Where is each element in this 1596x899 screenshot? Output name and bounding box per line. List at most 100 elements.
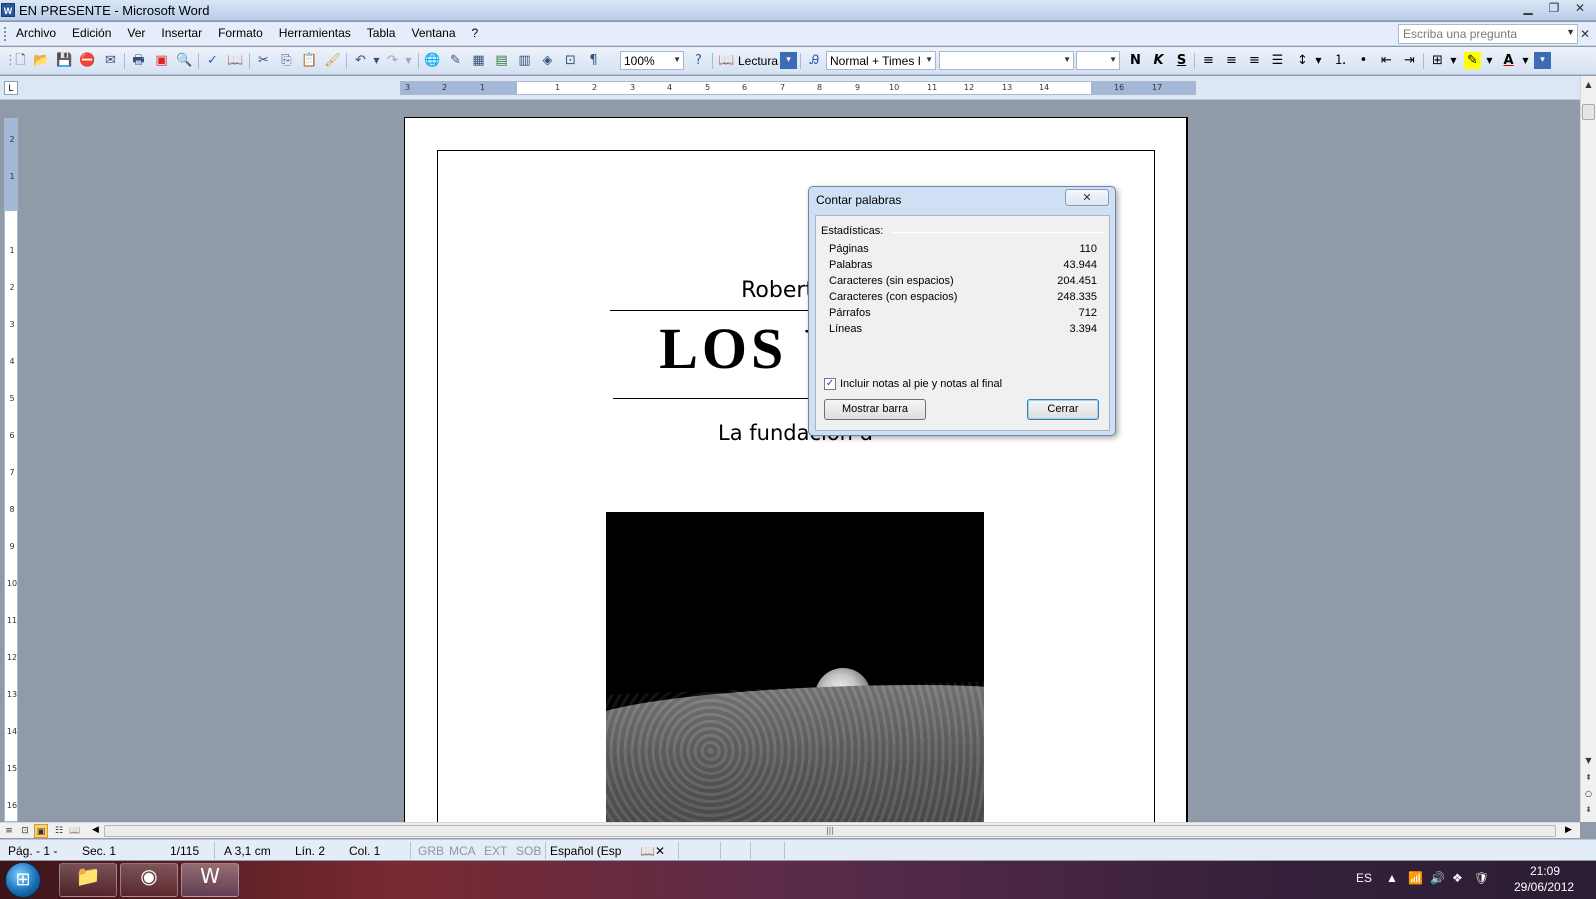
status-position[interactable]: A 3,1 cm — [224, 844, 271, 858]
tray-language[interactable]: ES — [1356, 871, 1372, 885]
vertical-scroll-thumb[interactable] — [1582, 104, 1595, 120]
save-icon[interactable]: 💾 — [56, 52, 73, 69]
include-footnotes-checkbox[interactable]: ✓ Incluir notas al pie y notas al final — [824, 378, 1002, 390]
status-record-macro[interactable]: GRB — [418, 844, 444, 858]
permission-icon[interactable]: ⛔ — [79, 52, 96, 69]
dropbox-icon[interactable]: ❖ — [1452, 871, 1463, 885]
menu-ventana[interactable]: Ventana — [403, 26, 463, 40]
underline-button[interactable]: S — [1173, 52, 1190, 69]
explorer-task-icon[interactable]: 📁 — [59, 863, 117, 897]
bold-button[interactable]: N — [1127, 52, 1144, 69]
highlight-icon[interactable]: ✎ — [1464, 52, 1481, 69]
volume-icon[interactable]: 🔊 — [1430, 871, 1445, 885]
format-painter-icon[interactable]: 🖌 — [324, 52, 341, 69]
cut-icon[interactable]: ✂ — [255, 52, 272, 69]
show-bar-button[interactable]: Mostrar barra — [824, 399, 926, 420]
web-view-icon[interactable]: ⊡ — [18, 824, 32, 838]
print-preview-icon[interactable]: 🔍 — [176, 52, 193, 69]
status-page-count[interactable]: 1/115 — [170, 844, 199, 858]
previous-page-icon[interactable]: ⇞ — [1581, 773, 1596, 782]
document-close-icon[interactable]: ✕ — [1580, 27, 1590, 41]
dialog-close-icon[interactable]: ✕ — [1065, 189, 1109, 206]
horizontal-scrollbar[interactable]: ≡ ⊡ ▣ ☷ 📖 ◀ ||| ▶ — [0, 822, 1580, 838]
redo-dropdown-icon[interactable]: ▼ — [400, 52, 417, 69]
status-language[interactable]: Español (Esp — [550, 844, 621, 858]
close-icon[interactable]: ✕ — [1568, 1, 1592, 18]
chevron-down-icon[interactable]: ▼ — [1445, 52, 1462, 69]
show-formatting-icon[interactable]: ¶ — [585, 52, 602, 69]
menu-grip[interactable] — [4, 27, 7, 41]
help-icon[interactable]: ? — [690, 52, 707, 69]
spelling-status-icon[interactable]: 📖✕ — [640, 844, 665, 858]
font-select[interactable]: ▼ — [939, 51, 1074, 70]
document-map-icon[interactable]: ⊡ — [562, 52, 579, 69]
font-color-icon[interactable]: A — [1500, 52, 1517, 69]
network-icon[interactable]: 📶 — [1408, 871, 1423, 885]
scroll-right-icon[interactable]: ▶ — [1565, 825, 1572, 835]
spelling-icon[interactable]: ✓ — [204, 52, 221, 69]
vertical-ruler[interactable]: 2 1 1 2 3 4 5 6 7 8 9 10 11 12 13 14 15 … — [4, 118, 18, 822]
numbering-icon[interactable]: ⒈ — [1332, 52, 1349, 69]
font-size-select[interactable]: ▼ — [1076, 51, 1120, 70]
browse-object-icon[interactable]: ○ — [1581, 789, 1596, 798]
new-document-icon[interactable]: 🗋 — [12, 52, 29, 69]
scroll-down-icon[interactable]: ▼ — [1581, 756, 1596, 765]
word-task-icon[interactable]: W — [181, 863, 239, 897]
vertical-scrollbar[interactable]: ▲ ▼ ⇞ ○ ⇟ — [1580, 76, 1596, 822]
borders-icon[interactable]: ⊞ — [1429, 52, 1446, 69]
chevron-down-icon[interactable]: ▼ — [925, 55, 933, 64]
menu-archivo[interactable]: Archivo — [14, 26, 64, 40]
status-page[interactable]: Pág. - 1 - — [8, 844, 57, 858]
status-overtype[interactable]: SOB — [516, 844, 541, 858]
next-page-icon[interactable]: ⇟ — [1581, 805, 1596, 814]
menu-tabla[interactable]: Tabla — [359, 26, 404, 40]
open-folder-icon[interactable]: 📂 — [33, 52, 50, 69]
paste-icon[interactable]: 📋 — [301, 52, 318, 69]
chevron-down-icon[interactable]: ▼ — [1566, 27, 1575, 37]
scroll-up-icon[interactable]: ▲ — [1581, 80, 1596, 89]
align-center-icon[interactable]: ≡ — [1223, 52, 1240, 69]
redo-icon[interactable]: ↷ — [384, 52, 401, 69]
copy-icon[interactable]: ⎘ — [278, 52, 295, 69]
menu-insertar[interactable]: Insertar — [153, 26, 210, 40]
status-track-changes[interactable]: MCA — [449, 844, 476, 858]
increase-indent-icon[interactable]: ⇥ — [1401, 52, 1418, 69]
insert-table-icon[interactable]: ▦ — [470, 52, 487, 69]
style-select[interactable]: Normal + Times I ▼ — [826, 51, 936, 70]
document-area[interactable]: Roberto C LOS VAL La fundación d — [24, 101, 1580, 822]
hyperlink-icon[interactable]: 🌐 — [424, 52, 441, 69]
line-spacing-icon[interactable]: ↕ — [1294, 52, 1311, 69]
chrome-task-icon[interactable]: ◉ — [120, 863, 178, 897]
word-app-icon[interactable]: W — [1, 3, 15, 17]
italic-button[interactable]: K — [1150, 52, 1167, 69]
show-hidden-icons-icon[interactable]: ▲ — [1386, 871, 1398, 885]
undo-icon[interactable]: ↶ — [352, 52, 369, 69]
horizontal-scroll-thumb[interactable]: ||| — [104, 825, 1556, 837]
reading-view-icon[interactable]: 📖 — [68, 824, 82, 838]
start-button[interactable] — [5, 862, 41, 898]
help-search-input[interactable]: Escriba una pregunta ▼ — [1398, 24, 1578, 44]
menu-herramientas[interactable]: Herramientas — [271, 26, 359, 40]
menu-help[interactable]: ? — [464, 26, 487, 40]
restore-icon[interactable]: ❐ — [1542, 1, 1566, 18]
horizontal-ruler[interactable]: 3 2 1 1 2 3 4 5 6 7 8 9 10 11 12 13 14 1… — [400, 81, 1196, 95]
status-line[interactable]: Lín. 2 — [295, 844, 325, 858]
outline-view-icon[interactable]: ☷ — [52, 824, 66, 838]
chevron-down-icon[interactable]: ▼ — [673, 55, 681, 64]
align-right-icon[interactable]: ≡ — [1246, 52, 1263, 69]
chevron-down-icon[interactable]: ▼ — [1481, 52, 1498, 69]
status-section[interactable]: Sec. 1 — [82, 844, 116, 858]
chevron-down-icon[interactable]: ▼ — [1063, 55, 1071, 64]
normal-view-icon[interactable]: ≡ — [2, 824, 16, 838]
zoom-select[interactable]: 100% ▼ — [620, 51, 684, 70]
minimize-icon[interactable]: ▁ — [1516, 1, 1540, 18]
toolbar-options-icon[interactable]: ▾ — [1534, 52, 1551, 69]
email-icon[interactable]: ✉ — [102, 52, 119, 69]
tables-borders-icon[interactable]: ✎ — [447, 52, 464, 69]
chevron-down-icon[interactable]: ▼ — [1109, 55, 1117, 64]
tray-time[interactable]: 21:09 — [1530, 864, 1560, 878]
bullets-icon[interactable]: • — [1355, 52, 1372, 69]
toolbar-options-icon[interactable]: ▾ — [780, 52, 797, 69]
tab-selector[interactable]: L — [4, 81, 18, 95]
reading-button[interactable]: Lectura — [738, 54, 778, 68]
